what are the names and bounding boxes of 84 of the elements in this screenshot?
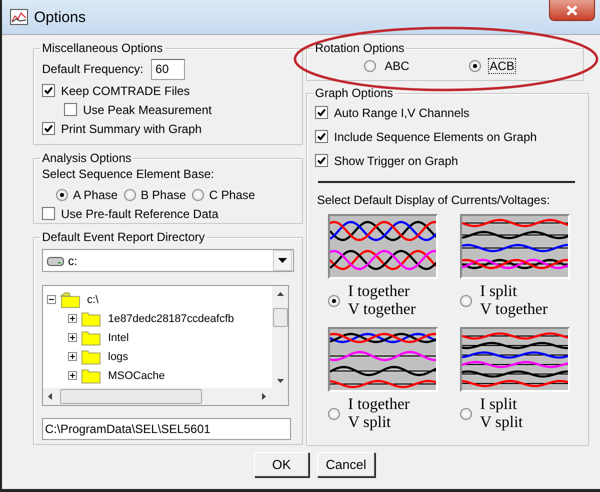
prompt-label: Select Default Display of Currents/Voltages:	[317, 193, 551, 207]
checkbox-label: Print Summary with Graph	[61, 122, 202, 136]
folder-icon	[79, 368, 102, 384]
close-icon	[566, 4, 578, 16]
checkbox[interactable]	[42, 84, 55, 97]
checkbox[interactable]	[315, 130, 328, 143]
radio-label: B Phase	[140, 188, 186, 202]
checkbox[interactable]	[42, 207, 55, 220]
group-title: Default Event Report Directory	[41, 230, 206, 244]
checkbox-label: Keep COMTRADE Files	[61, 84, 190, 98]
checkbox[interactable]	[315, 154, 328, 167]
field-label: Default Frequency:	[42, 62, 144, 76]
dialog-button[interactable]: Cancel	[317, 452, 375, 477]
radio-button[interactable]	[56, 188, 68, 200]
folder-icon	[79, 348, 102, 364]
frequency-field[interactable]: 60	[151, 58, 186, 80]
chart-icon	[10, 9, 28, 25]
scroll-up-icon[interactable]	[276, 292, 284, 296]
radio-button[interactable]	[328, 295, 340, 307]
drive-dropdown[interactable]: c:	[42, 249, 294, 272]
tree-label: Intel	[108, 332, 129, 344]
checkbox[interactable]	[64, 103, 77, 116]
checkbox-label: Use Pre-fault Reference Data	[61, 206, 218, 220]
scroll-right-icon[interactable]	[262, 393, 266, 400]
group-title: Miscellaneous Options	[41, 41, 164, 55]
radio-button[interactable]	[460, 295, 472, 307]
path-field[interactable]: C:\ProgramData\SEL\SEL5601	[42, 418, 291, 440]
tree-label: c:\	[87, 294, 99, 306]
radio-button[interactable]	[124, 188, 136, 200]
radio-label: V together	[480, 301, 548, 319]
tree-label: MSOCache	[108, 370, 165, 382]
radio-label: I together	[348, 396, 410, 414]
expand-icon[interactable]	[68, 333, 77, 342]
group-title: Graph Options	[314, 86, 394, 100]
prompt-label: Select Sequence Element Base:	[42, 167, 216, 183]
checkbox-label: Include Sequence Elements on Graph	[334, 130, 537, 144]
checkbox-label: Show Trigger on Graph	[334, 154, 458, 168]
radio-label: A Phase	[73, 188, 118, 202]
folder-icon	[79, 310, 102, 326]
tree-item[interactable]: 1e87dedc28187ccdeafcfb	[68, 309, 234, 328]
drive-text: c:	[68, 254, 78, 268]
scroll-left-icon[interactable]	[48, 393, 52, 400]
radio-label: C Phase	[209, 188, 256, 202]
radio-label: I together	[348, 283, 411, 301]
radio-label: ACB	[488, 58, 516, 74]
checkbox-label: Use Peak Measurement	[83, 102, 212, 116]
scroll-thumb[interactable]	[273, 308, 288, 327]
scroll-thumb[interactable]	[60, 389, 202, 404]
drive-icon	[47, 256, 64, 266]
vertical-scrollbar[interactable]	[272, 286, 288, 389]
scroll-down-icon[interactable]	[276, 379, 284, 383]
radio-label: V together	[348, 301, 416, 319]
radio-label: I split	[480, 396, 518, 414]
radio-label: I split	[480, 283, 518, 301]
radio-button[interactable]	[192, 188, 204, 200]
folder-icon	[58, 292, 81, 308]
group-title: Rotation Options	[314, 41, 406, 55]
checkbox[interactable]	[315, 106, 328, 119]
tree-label: 1e87dedc28187ccdeafcfb	[108, 312, 234, 324]
dropdown-arrow-icon	[278, 258, 287, 263]
checkbox[interactable]	[42, 122, 55, 135]
radio-button[interactable]	[328, 408, 340, 420]
dialog-button[interactable]: OK	[254, 452, 309, 477]
tree-item[interactable]: c:\	[47, 290, 99, 309]
radio-label: V split	[480, 414, 523, 432]
radio-label: ABC	[384, 58, 410, 74]
close-button[interactable]	[549, 0, 595, 21]
tree-item[interactable]: Intel	[68, 328, 129, 347]
tree-item[interactable]: logs	[68, 347, 128, 366]
tree-item[interactable]: MSOCache	[68, 366, 165, 385]
radio-label: V split	[348, 414, 392, 432]
checkbox-label: Auto Range I,V Channels	[334, 106, 470, 120]
window-title: Options	[34, 8, 86, 26]
group-title: Analysis Options	[41, 151, 132, 165]
tree-label: logs	[108, 350, 128, 362]
collapse-icon[interactable]	[47, 295, 56, 304]
expand-icon[interactable]	[68, 352, 77, 361]
radio-button[interactable]	[364, 60, 376, 72]
radio-button[interactable]	[468, 60, 481, 72]
expand-icon[interactable]	[68, 314, 77, 323]
folder-icon	[79, 330, 102, 346]
horizontal-scrollbar[interactable]	[43, 388, 288, 405]
radio-button[interactable]	[460, 408, 472, 420]
expand-icon[interactable]	[68, 371, 77, 380]
